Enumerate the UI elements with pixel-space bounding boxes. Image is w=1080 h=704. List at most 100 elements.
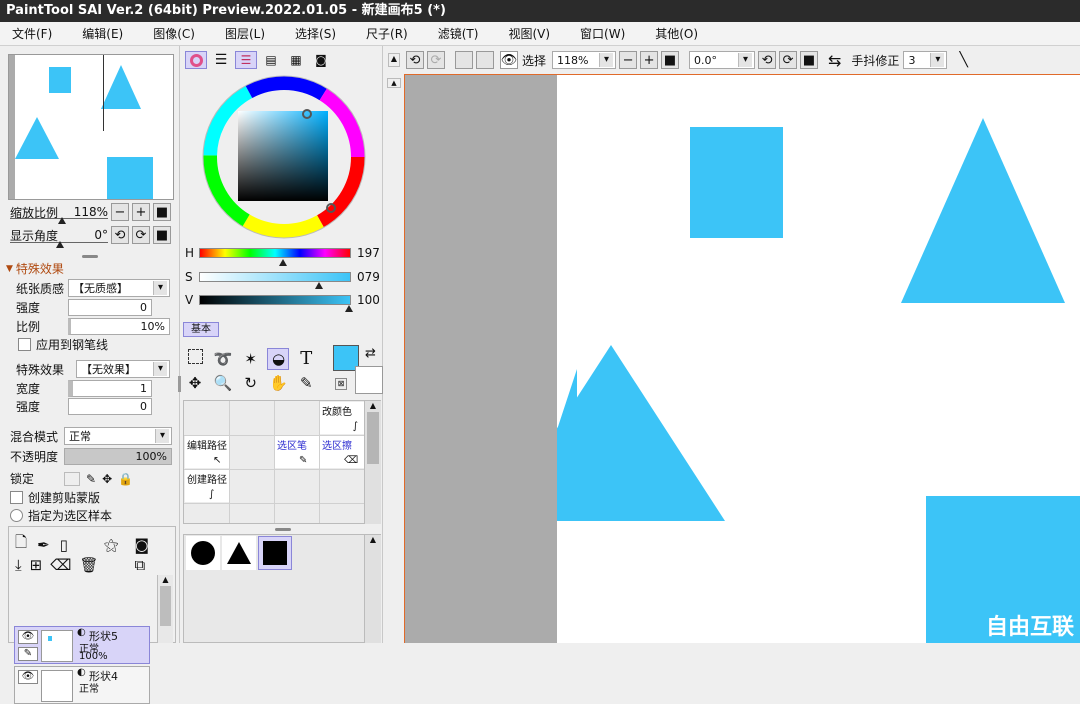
eyedropper-icon[interactable]: ✎ bbox=[295, 372, 317, 394]
new-layer-icon[interactable]: 🗋 bbox=[15, 532, 27, 557]
square-shape[interactable] bbox=[690, 127, 783, 238]
triangle-shape[interactable] bbox=[901, 118, 1065, 303]
undo-button[interactable]: ⟲ bbox=[406, 51, 424, 69]
flip-horizontal-icon[interactable]: ⇆ bbox=[828, 51, 841, 70]
scratchpad-tab-icon[interactable]: ◙ bbox=[310, 51, 332, 69]
hand-icon[interactable]: ✋ bbox=[267, 372, 289, 394]
saturation-slider-handle[interactable] bbox=[315, 282, 323, 289]
toolbar-rotate-right-button[interactable]: ⟳ bbox=[779, 51, 798, 69]
value-slider[interactable] bbox=[199, 295, 351, 305]
toolbar-rotate-left-button[interactable]: ⟲ bbox=[758, 51, 777, 69]
saturation-slider[interactable] bbox=[199, 272, 351, 282]
effect-select[interactable]: 【无效果】 bbox=[76, 360, 170, 378]
add-icon[interactable]: ⊞ bbox=[30, 556, 43, 574]
brush-edit-path[interactable]: 编辑路径 ↖ bbox=[185, 436, 229, 468]
brush-selection-eraser[interactable]: 选区擦 ⌫ bbox=[320, 436, 364, 468]
palette-tab-icon[interactable]: ▦ bbox=[285, 51, 307, 69]
circle-shape-button[interactable] bbox=[186, 536, 220, 570]
opacity-field[interactable]: 100% bbox=[64, 448, 172, 465]
effect-strength-field[interactable]: 0 bbox=[68, 398, 152, 415]
brush-change-color[interactable]: 改颜色 ∫ bbox=[320, 402, 364, 434]
menu-window[interactable]: 窗口(W) bbox=[576, 25, 629, 42]
color-wheel[interactable] bbox=[201, 74, 367, 240]
delete-layer-icon[interactable]: 🗑 bbox=[79, 556, 98, 574]
lasso-icon[interactable]: ➰ bbox=[212, 348, 234, 370]
hue-slider-handle[interactable] bbox=[279, 259, 287, 266]
brush-scrollbar[interactable]: ▲ bbox=[364, 401, 381, 524]
swatch-tab-icon[interactable]: ▤ bbox=[260, 51, 282, 69]
rotate-icon[interactable]: ↻ bbox=[240, 372, 262, 394]
layer-effect-icon[interactable]: ⚝ bbox=[104, 536, 119, 554]
clear-layer-icon[interactable]: ⌫ bbox=[50, 556, 71, 574]
layer-scrollbar[interactable]: ▲ bbox=[157, 575, 173, 643]
angle-slider-handle[interactable] bbox=[56, 241, 64, 248]
rgb-slider-tab-icon[interactable]: ☰ bbox=[210, 51, 232, 69]
blend-mode-select[interactable]: 正常 bbox=[64, 427, 172, 445]
lock-draw-icon[interactable]: ✎ bbox=[86, 472, 96, 486]
canvas-paper[interactable] bbox=[497, 75, 1080, 643]
lock-all-icon[interactable]: 🔒 bbox=[118, 472, 133, 486]
mask-icon[interactable]: ◙ bbox=[135, 536, 150, 554]
menu-file[interactable]: 文件(F) bbox=[8, 25, 56, 42]
tool-tab-basic[interactable]: 基本 bbox=[183, 322, 219, 337]
zoom-reset-button[interactable]: ■ bbox=[153, 203, 171, 221]
background-color-swatch[interactable] bbox=[355, 366, 383, 394]
menu-layer[interactable]: 图层(L) bbox=[221, 25, 269, 42]
rotate-right-button[interactable]: ⟳ bbox=[132, 226, 150, 244]
layer-item[interactable]: 👁 ◐ 形状4 正常 bbox=[14, 666, 150, 704]
move-icon[interactable]: ✥ bbox=[184, 372, 206, 394]
toolbar-zoom-reset-button[interactable]: ■ bbox=[661, 51, 680, 69]
rotate-reset-button[interactable]: ■ bbox=[153, 226, 171, 244]
shape-tool-icon[interactable]: ◒ bbox=[267, 347, 290, 370]
magic-wand-icon[interactable]: ✶ bbox=[240, 348, 262, 370]
hsv-slider-tab-icon[interactable]: ☰ bbox=[235, 51, 257, 69]
swap-colors-icon[interactable]: ⇄ bbox=[365, 346, 376, 361]
menu-view[interactable]: 视图(V) bbox=[504, 25, 554, 42]
brush-selection-pen[interactable]: 选区笔 ✎ bbox=[275, 436, 319, 468]
stabilizer-select[interactable]: 3 bbox=[903, 51, 948, 69]
apply-to-pen-checkbox[interactable] bbox=[18, 338, 31, 351]
layer-item-selected[interactable]: 👁 ✎ ◐ 形状5 正常 100% bbox=[14, 626, 150, 664]
collapse-left-icon[interactable]: ▲ bbox=[388, 53, 400, 67]
toolbar-rotate-reset-button[interactable]: ■ bbox=[800, 51, 819, 69]
color-wheel-tab-icon[interactable] bbox=[185, 51, 207, 69]
zoom-select[interactable]: 118% bbox=[552, 51, 617, 69]
effect-width-field[interactable]: 1 bbox=[68, 380, 152, 397]
zoom-in-button[interactable]: + bbox=[132, 203, 150, 221]
selection-visibility-icon[interactable]: 👁 bbox=[500, 51, 518, 69]
deselect-button[interactable] bbox=[476, 51, 494, 69]
menu-other[interactable]: 其他(O) bbox=[651, 25, 702, 42]
layer-visibility-icon[interactable]: 👁 bbox=[18, 670, 38, 684]
navigator-preview[interactable] bbox=[8, 54, 174, 200]
lock-transparency-icon[interactable] bbox=[64, 471, 80, 486]
paper-strength-field[interactable]: 0 bbox=[68, 299, 152, 316]
paper-texture-select[interactable]: 【无质感】 bbox=[68, 279, 170, 297]
clipping-mask-checkbox[interactable] bbox=[10, 491, 23, 504]
value-slider-handle[interactable] bbox=[345, 305, 353, 312]
rotate-left-button[interactable]: ⟲ bbox=[111, 226, 129, 244]
apply-mask-icon[interactable]: ⧉ bbox=[134, 556, 145, 574]
rect-select-icon[interactable] bbox=[184, 345, 206, 367]
menu-ruler[interactable]: 尺子(R) bbox=[362, 25, 412, 42]
zoom-out-button[interactable]: − bbox=[111, 203, 129, 221]
layer-visibility-icon[interactable]: 👁 bbox=[18, 630, 38, 644]
lock-move-icon[interactable]: ✥ bbox=[102, 472, 112, 486]
brush-create-path[interactable]: 创建路径 ∫ bbox=[185, 470, 229, 502]
canvas-area[interactable]: 自由互联 bbox=[404, 74, 1080, 643]
angle-select[interactable]: 0.0° bbox=[689, 51, 756, 69]
new-pen-layer-icon[interactable]: ✒ bbox=[37, 536, 50, 554]
transparent-color-icon[interactable]: ⊠ bbox=[335, 378, 347, 390]
shape-scrollbar[interactable]: ▲ bbox=[364, 535, 381, 643]
collapse-icon[interactable]: ▼ bbox=[6, 264, 13, 274]
menu-filter[interactable]: 滤镜(T) bbox=[434, 25, 483, 42]
selection-sample-radio[interactable] bbox=[10, 509, 23, 522]
select-all-button[interactable] bbox=[455, 51, 473, 69]
zoom-icon[interactable]: 🔍 bbox=[212, 372, 234, 394]
menu-select[interactable]: 选择(S) bbox=[291, 25, 340, 42]
straight-line-icon[interactable]: ╲ bbox=[959, 52, 967, 68]
text-tool-icon[interactable]: T bbox=[295, 347, 317, 369]
hue-slider[interactable] bbox=[199, 248, 351, 258]
merge-down-icon[interactable]: ⤓ bbox=[15, 556, 22, 574]
toolbar-zoom-in-button[interactable]: + bbox=[640, 51, 659, 69]
menu-image[interactable]: 图像(C) bbox=[149, 25, 199, 42]
